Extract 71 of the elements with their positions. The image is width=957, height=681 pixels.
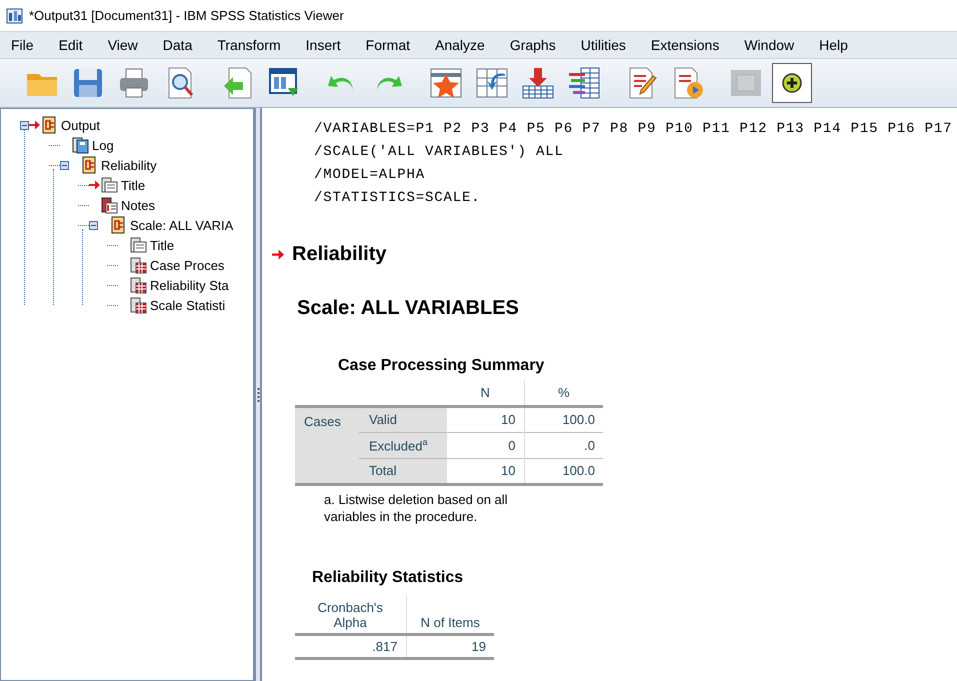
syntax-line: /VARIABLES=P1 P2 P3 P4 P5 P6 P7 P8 P9 P10 P11 P12 P13 P14 P15 P16 P17 — [314, 120, 952, 139]
outline-item[interactable]: Notes — [121, 198, 155, 212]
syntax-line: /SCALE('ALL VARIABLES') ALL — [314, 143, 564, 162]
syntax-line: /MODEL=ALPHA — [314, 166, 426, 185]
notes-icon — [100, 196, 118, 214]
table-cell: 100.0 — [524, 406, 603, 432]
window-title: *Output31 [Document31] - IBM SPSS Statistics Viewer — [29, 8, 344, 23]
row-group-header: Cases — [295, 406, 359, 484]
book-icon — [40, 116, 58, 134]
menu-item[interactable]: Help — [812, 34, 855, 56]
log-icon — [71, 136, 89, 154]
app-icon — [6, 7, 23, 24]
table-cell: 10 — [447, 406, 524, 432]
menu-item[interactable]: Format — [358, 34, 417, 56]
table-cell: 19 — [406, 634, 494, 658]
collapse-toggle[interactable] — [89, 220, 98, 230]
menu-item[interactable]: Window — [737, 34, 802, 56]
book-icon — [109, 216, 127, 234]
menu-item[interactable]: Insert — [298, 34, 348, 56]
outline-item[interactable]: Title — [150, 238, 174, 252]
menu-item[interactable]: Data — [156, 34, 200, 56]
table-cell: 10 — [447, 458, 524, 484]
outline-item[interactable]: Output — [61, 118, 100, 132]
table-cell: 0 — [447, 432, 524, 458]
collapse-toggle[interactable] — [60, 160, 69, 170]
page-icon — [100, 176, 118, 194]
outline-item[interactable]: Log — [92, 138, 114, 152]
outline-item[interactable]: Case Proces — [150, 258, 224, 272]
table-title: Case Processing Summary — [338, 357, 544, 375]
splitter-grip-icon — [256, 388, 260, 402]
outline-item[interactable]: Reliability Sta — [150, 278, 229, 292]
page-icon — [129, 236, 147, 254]
menu-item[interactable]: View — [100, 34, 145, 56]
column-header: Cronbach's Alpha — [295, 594, 406, 634]
collapse-toggle[interactable] — [20, 120, 29, 130]
outline-item[interactable]: Scale: ALL VARIA — [130, 218, 234, 232]
menu-item[interactable]: Transform — [210, 34, 288, 56]
outline-item[interactable]: Title — [121, 178, 146, 192]
row-header: Valid — [359, 406, 447, 432]
bars-grid-icon — [567, 66, 601, 100]
outline-item[interactable]: Scale Statisti — [150, 298, 226, 312]
column-header: N of Items — [406, 594, 494, 634]
table-cell: 100.0 — [524, 458, 603, 484]
outline-item[interactable]: Reliability — [101, 158, 157, 172]
printer-icon — [117, 66, 151, 100]
download-grid-icon — [521, 66, 555, 100]
menu-item[interactable]: Graphs — [502, 34, 563, 56]
menu-item[interactable]: Analyze — [428, 34, 492, 56]
book-icon — [80, 156, 98, 174]
syntax-line: /STATISTICS=SCALE. — [314, 189, 481, 208]
toolbar-button[interactable] — [772, 63, 812, 103]
column-header: N — [447, 380, 524, 406]
star-grid-icon — [429, 66, 463, 100]
column-header: % — [524, 380, 603, 406]
row-header: Total — [359, 458, 447, 484]
table-icon — [129, 296, 147, 314]
table-icon — [129, 276, 147, 294]
table-icon — [129, 256, 147, 274]
grid-arrow-icon — [475, 66, 509, 100]
save-icon — [71, 66, 105, 100]
table-title: Reliability Statistics — [312, 568, 464, 586]
subsection-heading: Scale: ALL VARIABLES — [297, 297, 519, 320]
menu-item[interactable]: Extensions — [644, 34, 726, 56]
menu-item[interactable]: File — [4, 34, 41, 56]
table-cell: .817 — [295, 634, 406, 658]
row-header: Excluded$^{a}$ — [359, 432, 447, 458]
footnote: a. Listwise deletion based on all variables in the procedure. — [324, 490, 509, 524]
section-heading: Reliability — [292, 242, 386, 266]
menu-item[interactable]: Utilities — [574, 34, 633, 56]
menu-item[interactable]: Edit — [52, 34, 90, 56]
table-cell: .0 — [524, 432, 603, 458]
